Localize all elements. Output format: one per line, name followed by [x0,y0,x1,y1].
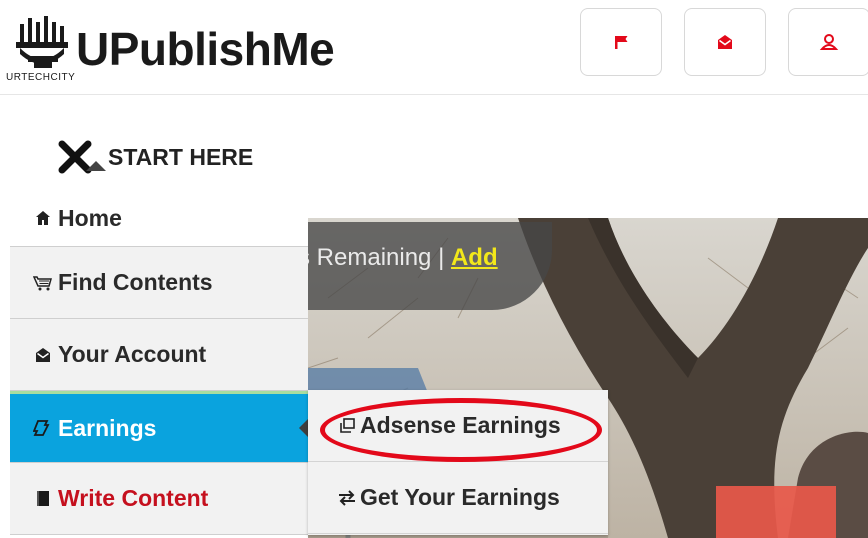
sidebar-item-write-content[interactable]: Write Content [10,463,308,535]
brand-name: UPublishMe [76,23,335,75]
sidebar-item-label: Home [58,204,122,231]
notice-text: s Remaining | Add [298,244,498,272]
sidebar-item-label: Write Content [58,485,209,511]
caret-up-icon [86,161,106,171]
user-icon [819,34,839,50]
profile-button[interactable] [788,8,868,76]
sidebar-item-your-account[interactable]: Your Account [10,319,308,391]
submenu-item-label: Get Your Earnings [360,484,560,510]
sidebar-menu: Home Find Contents Your Account Earnings [10,190,309,535]
sidebar-item-label: Your Account [58,341,207,367]
flag-icon [615,36,628,49]
header: UPublishMe URTECHCITY [0,0,868,95]
cart-icon [32,272,54,294]
envelope-icon [32,344,54,366]
flag-button[interactable] [580,8,662,76]
transfer-icon [334,487,360,509]
earnings-submenu: Adsense Earnings Get Your Earnings [308,390,608,535]
pencil-icon [32,417,54,439]
book-icon [32,488,54,510]
sidebar-item-label: Earnings [58,414,157,441]
notice-message: s Remaining | [298,244,451,271]
red-overlay-block [716,486,836,538]
sidebar-item-label: Find Contents [58,269,213,295]
envelope-icon [718,35,732,49]
start-here-toggle[interactable]: START HERE [58,140,253,174]
sidebar-item-earnings[interactable]: Earnings [10,391,309,463]
logo-emblem-icon [16,16,68,68]
messages-button[interactable] [684,8,766,76]
submenu-item-get-your-earnings[interactable]: Get Your Earnings [308,462,608,534]
start-here-label: START HERE [108,143,254,170]
brand-tagline: URTECHCITY [6,72,76,83]
external-link-icon [334,415,360,437]
submenu-item-label: Adsense Earnings [360,412,561,438]
submenu-item-adsense-earnings[interactable]: Adsense Earnings [308,390,608,462]
sidebar-item-find-contents[interactable]: Find Contents [10,247,308,319]
home-icon [32,207,54,229]
sidebar-item-home[interactable]: Home [10,190,308,247]
page: UPublishMe URTECHCITY START HERE s Remai… [0,0,868,538]
add-link[interactable]: Add [451,244,498,271]
